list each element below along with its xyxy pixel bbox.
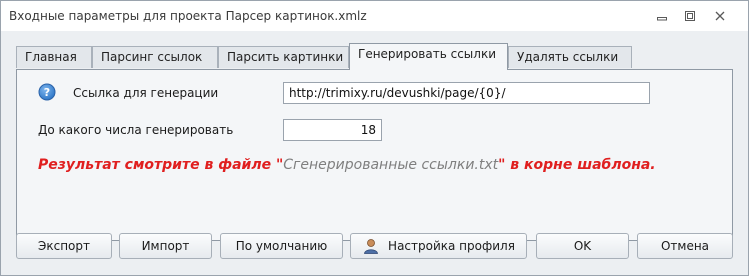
defaults-button[interactable]: По умолчанию xyxy=(220,233,343,259)
profile-settings-label: Настройка профиля xyxy=(388,239,515,253)
tab-panel: ? Ссылка для генерации http://trimixy.ru… xyxy=(16,69,733,241)
svg-text:?: ? xyxy=(44,86,50,99)
tab-generate-links[interactable]: Генерировать ссылки xyxy=(349,43,508,70)
note-prefix: Результат смотрите в файле " xyxy=(38,157,284,173)
window-title: Входные параметры для проекта Парсер кар… xyxy=(9,9,367,23)
ok-button[interactable]: OK xyxy=(536,233,629,259)
import-button[interactable]: Импорт xyxy=(119,233,212,259)
profile-settings-button[interactable]: Настройка профиля xyxy=(350,233,527,259)
title-bar[interactable]: Входные параметры для проекта Парсер кар… xyxy=(1,1,748,31)
cancel-button[interactable]: Отмена xyxy=(637,233,733,259)
maximize-icon[interactable] xyxy=(681,8,699,24)
result-note: Результат смотрите в файле "Сгенерирован… xyxy=(38,156,688,175)
link-label: Ссылка для генерации xyxy=(73,86,219,100)
help-icon[interactable]: ? xyxy=(38,83,56,101)
close-icon[interactable] xyxy=(711,8,729,24)
user-profile-icon xyxy=(364,239,378,254)
dialog-body: Главная Парсинг ссылок Парсить картинки … xyxy=(1,31,748,275)
tab-main[interactable]: Главная xyxy=(16,46,92,68)
note-suffix: " в корне шаблона. xyxy=(498,157,656,173)
count-input[interactable]: 18 xyxy=(283,119,382,141)
note-file-name: Сгенерированные ссылки.txt xyxy=(283,157,499,173)
tab-delete-links[interactable]: Удалять ссылки xyxy=(508,46,632,68)
export-button[interactable]: Экспорт xyxy=(16,233,112,259)
tab-parse-images[interactable]: Парсить картинки xyxy=(218,46,349,68)
count-label: До какого числа генерировать xyxy=(38,123,234,137)
link-input[interactable]: http://trimixy.ru/devushki/page/{0}/ xyxy=(283,82,650,104)
tab-link-parsing[interactable]: Парсинг ссылок xyxy=(92,46,218,68)
minimize-icon[interactable] xyxy=(653,8,671,24)
dialog-window: Входные параметры для проекта Парсер кар… xyxy=(0,0,749,276)
